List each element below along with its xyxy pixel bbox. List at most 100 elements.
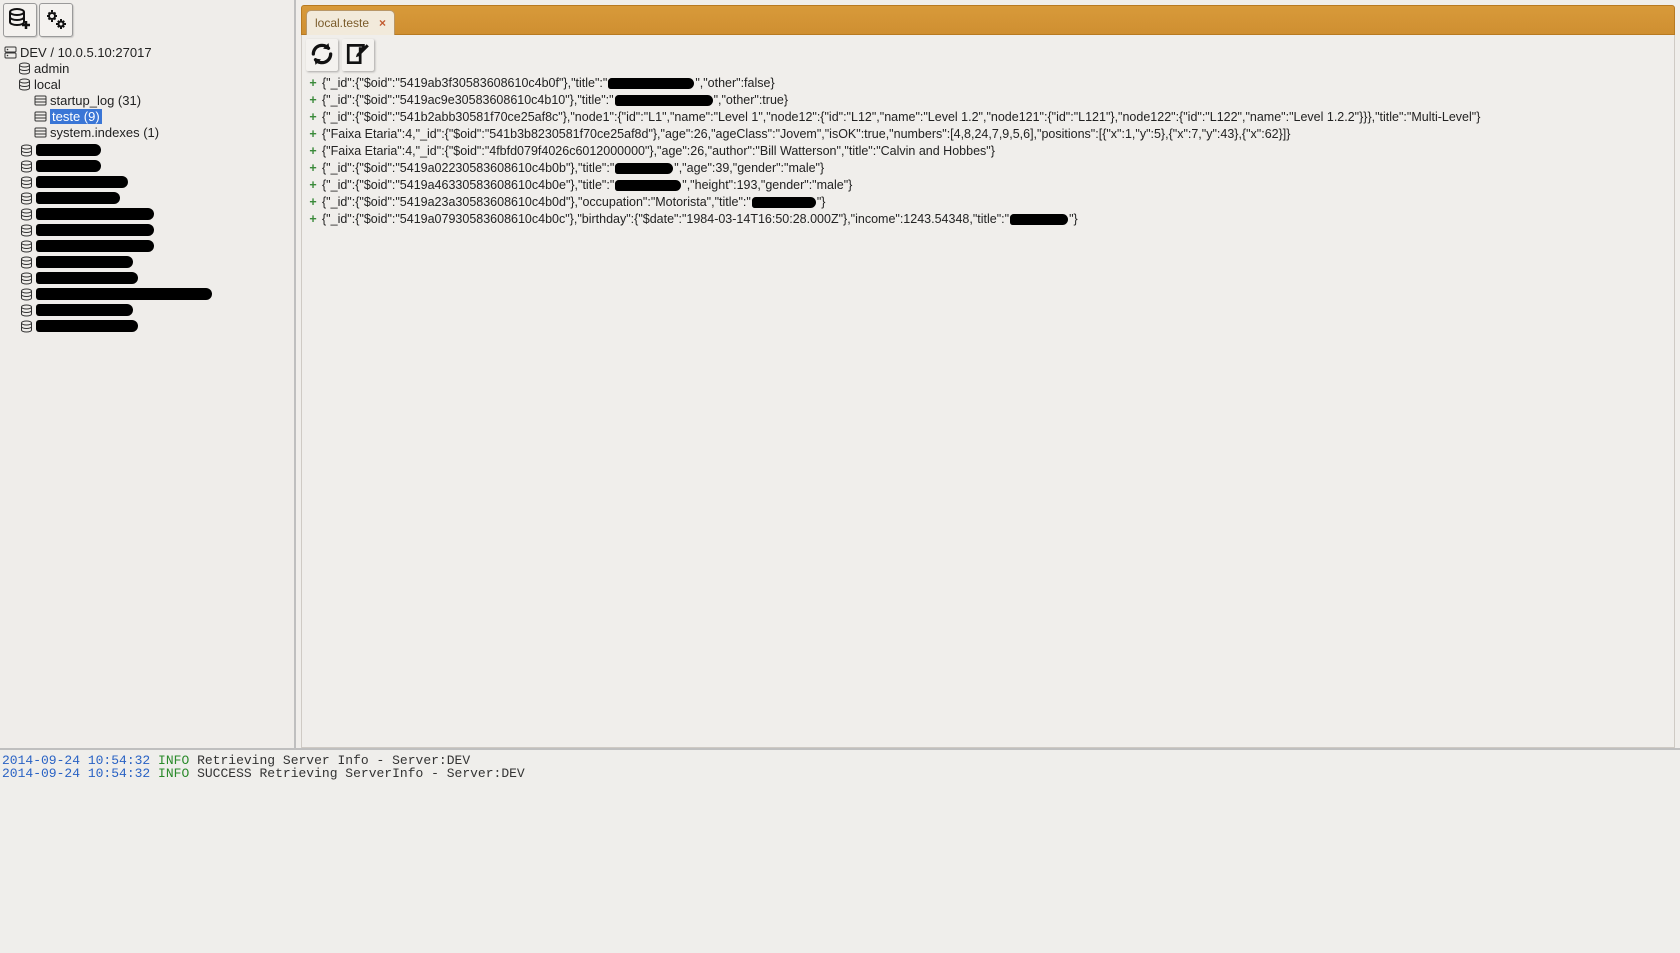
connection-tree: DEV / 10.0.5.10:27017 adminlocalstartup_… [0, 42, 294, 334]
document-row[interactable]: +{"_id":{"$oid":"541b2abb30581f70ce25af8… [308, 109, 1670, 126]
expand-icon[interactable]: + [308, 177, 318, 194]
tree-database-label: local [34, 77, 61, 92]
collection-icon [34, 126, 47, 139]
redacted-label [36, 256, 133, 268]
tree-database-node[interactable]: local [4, 76, 294, 92]
database-icon [20, 176, 33, 189]
tab-title: local.teste [315, 16, 369, 30]
tree-collection-node[interactable]: startup_log (31) [4, 92, 294, 108]
redacted-label [36, 288, 212, 300]
new-connection-button[interactable] [3, 3, 37, 37]
redacted-database-list [4, 140, 294, 334]
tree-server-node[interactable]: DEV / 10.0.5.10:27017 [4, 44, 294, 60]
tab[interactable]: local.teste × [306, 10, 395, 35]
redacted-value [615, 180, 681, 191]
tab-bar: local.teste × [301, 5, 1675, 35]
database-icon [18, 78, 31, 91]
tree-database-node-redacted[interactable] [20, 270, 294, 286]
expand-icon[interactable]: + [308, 160, 318, 177]
document-row[interactable]: +{"_id":{"$oid":"5419a07930583608610c4b0… [308, 211, 1670, 228]
sidebar: DEV / 10.0.5.10:27017 adminlocalstartup_… [0, 0, 296, 748]
panel-toolbar [302, 35, 1674, 73]
tree-database-node-redacted[interactable] [20, 286, 294, 302]
expand-icon[interactable]: + [308, 211, 318, 228]
tree-collection-label: system.indexes (1) [50, 125, 159, 140]
database-icon [18, 62, 31, 75]
database-icon [20, 288, 33, 301]
redacted-label [36, 160, 101, 172]
refresh-button[interactable] [306, 39, 338, 71]
tab-close-button[interactable]: × [379, 16, 386, 30]
document-row[interactable]: +{"_id":{"$oid":"5419a23a30583608610c4b0… [308, 194, 1670, 211]
database-icon [20, 160, 33, 173]
gears-icon [44, 7, 68, 34]
expand-icon[interactable]: + [308, 75, 318, 92]
log-panel: 2014-09-24 10:54:32 INFO Retrieving Serv… [0, 748, 1680, 953]
tree-collection-label: teste (9) [50, 109, 102, 124]
database-plus-icon [8, 7, 32, 34]
tree-collection-label: startup_log (31) [50, 93, 141, 108]
database-icon [20, 304, 33, 317]
database-icon [20, 320, 33, 333]
document-json: {"Faixa Etaria":4,"_id":{"$oid":"4fbfd07… [322, 143, 995, 160]
tree-collection-node[interactable]: teste (9) [4, 108, 294, 124]
database-icon [20, 256, 33, 269]
tree-database-node-redacted[interactable] [20, 142, 294, 158]
server-icon [4, 46, 17, 59]
tree-database-label: admin [34, 61, 69, 76]
document-json: {"Faixa Etaria":4,"_id":{"$oid":"541b3b8… [322, 126, 1290, 143]
log-level: INFO [158, 766, 189, 781]
edit-icon [345, 41, 371, 70]
main-panel: local.teste × + [296, 0, 1680, 748]
expand-icon[interactable]: + [308, 143, 318, 160]
tree-database-node-redacted[interactable] [20, 158, 294, 174]
document-row[interactable]: +{"Faixa Etaria":4,"_id":{"$oid":"4fbfd0… [308, 143, 1670, 160]
expand-icon[interactable]: + [308, 126, 318, 143]
document-json: {"_id":{"$oid":"5419a46330583608610c4b0e… [322, 177, 852, 194]
expand-icon[interactable]: + [308, 194, 318, 211]
tree-database-node-redacted[interactable] [20, 222, 294, 238]
tree-database-node-redacted[interactable] [20, 318, 294, 334]
tab-body: +{"_id":{"$oid":"5419ab3f30583608610c4b0… [301, 35, 1675, 748]
tree-database-node-redacted[interactable] [20, 174, 294, 190]
database-icon [20, 144, 33, 157]
collection-icon [34, 110, 47, 123]
document-row[interactable]: +{"Faixa Etaria":4,"_id":{"$oid":"541b3b… [308, 126, 1670, 143]
redacted-value [608, 78, 694, 89]
redacted-label [36, 208, 154, 220]
tree-database-node-redacted[interactable] [20, 254, 294, 270]
document-json: {"_id":{"$oid":"5419a07930583608610c4b0c… [322, 211, 1078, 228]
settings-button[interactable] [39, 3, 73, 37]
redacted-value [615, 95, 713, 106]
redacted-label [36, 176, 128, 188]
database-icon [20, 192, 33, 205]
redacted-label [36, 192, 120, 204]
collection-icon [34, 94, 47, 107]
edit-button[interactable] [342, 39, 374, 71]
redacted-value [752, 197, 816, 208]
expand-icon[interactable]: + [308, 92, 318, 109]
expand-icon[interactable]: + [308, 109, 318, 126]
redacted-label [36, 304, 133, 316]
tree-database-node-redacted[interactable] [20, 302, 294, 318]
document-row[interactable]: +{"_id":{"$oid":"5419ab3f30583608610c4b0… [308, 75, 1670, 92]
log-message: SUCCESS Retrieving ServerInfo - Server:D… [197, 766, 525, 781]
log-timestamp: 2014-09-24 10:54:32 [2, 766, 150, 781]
tree-database-node-redacted[interactable] [20, 206, 294, 222]
document-row[interactable]: +{"_id":{"$oid":"5419ac9e30583608610c4b1… [308, 92, 1670, 109]
tree-collection-node[interactable]: system.indexes (1) [4, 124, 294, 140]
sidebar-toolbar [0, 0, 294, 42]
document-json: {"_id":{"$oid":"5419ac9e30583608610c4b10… [322, 92, 788, 109]
log-line: 2014-09-24 10:54:32 INFO SUCCESS Retriev… [2, 767, 1678, 780]
redacted-label [36, 224, 154, 236]
document-row[interactable]: +{"_id":{"$oid":"5419a02230583608610c4b0… [308, 160, 1670, 177]
document-row[interactable]: +{"_id":{"$oid":"5419a46330583608610c4b0… [308, 177, 1670, 194]
document-json: {"_id":{"$oid":"5419a23a30583608610c4b0d… [322, 194, 825, 211]
tree-database-node-redacted[interactable] [20, 190, 294, 206]
redacted-label [36, 240, 154, 252]
database-icon [20, 240, 33, 253]
document-list: +{"_id":{"$oid":"5419ab3f30583608610c4b0… [302, 73, 1674, 240]
tree-database-node[interactable]: admin [4, 60, 294, 76]
tree-database-node-redacted[interactable] [20, 238, 294, 254]
database-icon [20, 224, 33, 237]
